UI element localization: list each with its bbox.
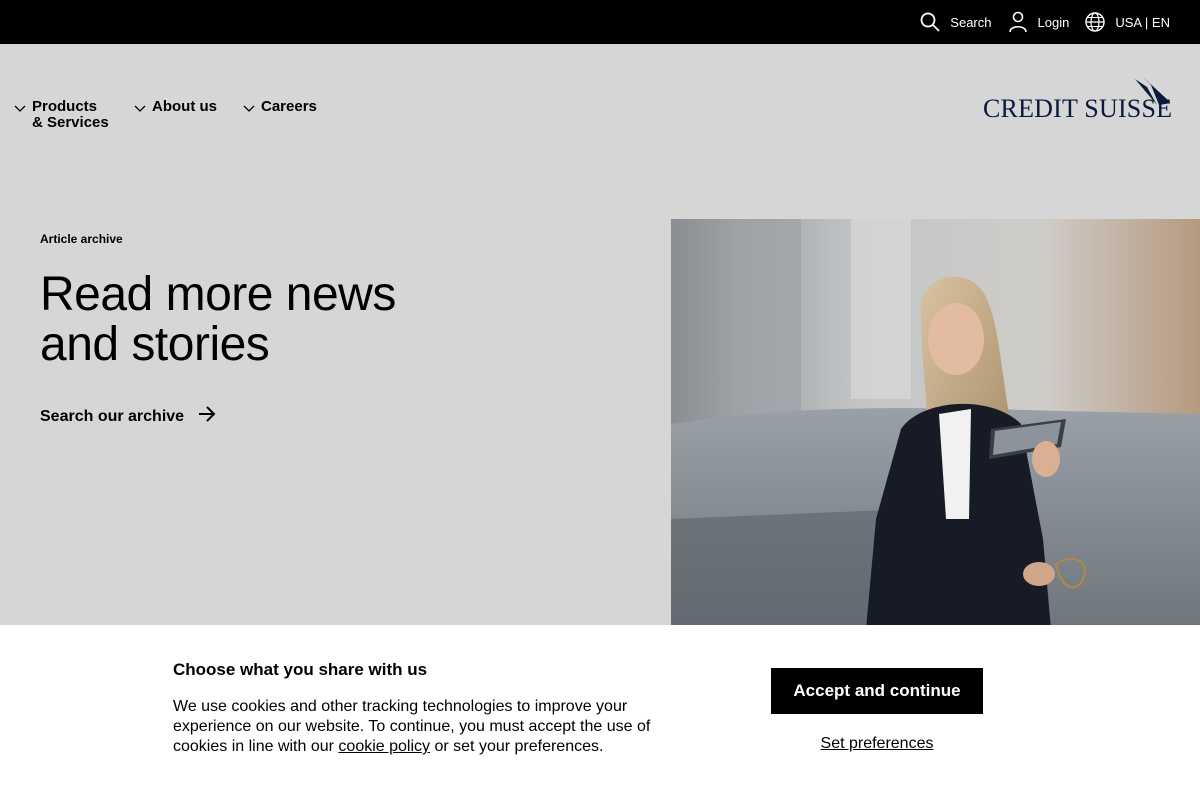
hero-title: Read more news and stories (40, 268, 396, 371)
search-button[interactable]: Search (920, 12, 992, 32)
nav-careers-label: Careers (261, 98, 317, 115)
region-label: USA | EN (1115, 14, 1170, 30)
credit-suisse-logo[interactable]: CREDIT SUISSE (983, 77, 1173, 122)
user-icon (1008, 11, 1028, 33)
hero-image (671, 219, 1200, 629)
search-archive-label: Search our archive (40, 407, 185, 425)
search-icon (920, 12, 940, 32)
hero-section: Article archive Read more news and stori… (40, 232, 600, 427)
chevron-down-icon (243, 101, 255, 117)
nav-products-services[interactable]: Products & Services (14, 99, 109, 131)
chevron-down-icon (134, 101, 146, 117)
nav-about-us[interactable]: About us (134, 99, 217, 117)
search-label: Search (950, 14, 992, 30)
main-navigation: Products & Services About us Careers CRE… (0, 44, 1200, 164)
set-preferences-link[interactable]: Set preferences (771, 735, 983, 753)
login-label: Login (1037, 14, 1070, 30)
search-archive-link[interactable]: Search our archive (40, 406, 216, 427)
cookie-banner-text: We use cookies and other tracking techno… (173, 697, 673, 757)
nav-products-label: Products & Services (32, 98, 109, 131)
arrow-right-icon (198, 406, 216, 427)
cookie-text-end: or set your preferences. (430, 738, 604, 755)
globe-icon (1085, 12, 1106, 32)
logo-wordmark: CREDIT SUISSE (983, 94, 1173, 123)
nav-careers[interactable]: Careers (243, 99, 317, 117)
chevron-down-icon (14, 101, 26, 117)
cookie-banner-title: Choose what you share with us (173, 660, 428, 679)
accept-and-continue-button[interactable]: Accept and continue (771, 668, 983, 714)
hero-eyebrow: Article archive (40, 232, 123, 246)
cookie-banner: Choose what you share with us We use coo… (0, 625, 1200, 803)
nav-about-label: About us (152, 98, 217, 115)
cookie-policy-link[interactable]: cookie policy (338, 738, 430, 755)
utility-bar: Search Login USA | EN (0, 0, 1200, 44)
set-preferences-label: Set preferences (820, 735, 934, 752)
login-button[interactable]: Login (1008, 11, 1070, 33)
region-selector[interactable]: USA | EN (1085, 12, 1170, 32)
